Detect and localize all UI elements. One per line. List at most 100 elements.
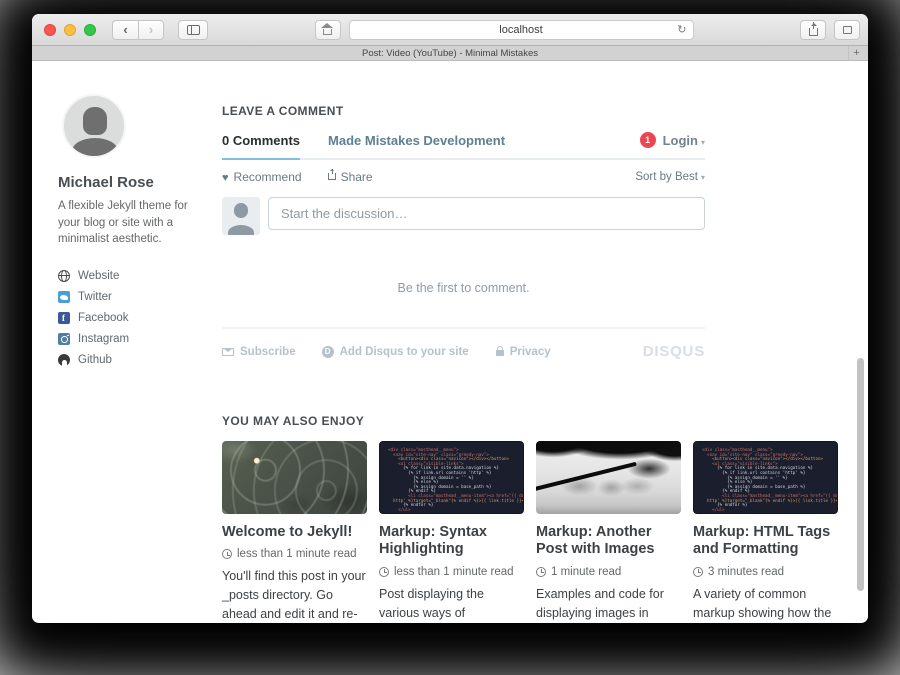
post-excerpt: Examples and code for displaying images … bbox=[536, 585, 681, 623]
clock-icon bbox=[536, 567, 546, 577]
tab-bar: Post: Video (YouTube) - Minimal Mistakes bbox=[32, 46, 868, 61]
clock-icon bbox=[379, 567, 389, 577]
disqus-footer: Subscribe D Add Disqus to your site Priv… bbox=[222, 343, 705, 360]
home-button[interactable] bbox=[315, 20, 341, 40]
notification-badge: 1 bbox=[640, 132, 656, 148]
sidebar-toggle-button[interactable] bbox=[178, 20, 208, 40]
share-thread-icon bbox=[328, 173, 336, 180]
read-time: 3 minutes read bbox=[693, 566, 838, 578]
share-icon bbox=[809, 28, 818, 36]
post-title-link[interactable]: Markup: HTML Tags and Formatting bbox=[693, 524, 838, 559]
privacy-label: Privacy bbox=[510, 346, 551, 358]
author-link-github[interactable]: Github bbox=[58, 354, 210, 366]
share-thread-label: Share bbox=[341, 170, 373, 184]
home-icon bbox=[323, 29, 332, 35]
lock-icon bbox=[496, 350, 504, 356]
tab-overview-button[interactable] bbox=[834, 20, 860, 40]
page-content: Michael Rose A flexible Jekyll theme for… bbox=[32, 61, 868, 622]
read-time: less than 1 minute read bbox=[379, 566, 524, 578]
url-text: localhost bbox=[499, 24, 542, 36]
post-thumbnail[interactable]: <div class="masthead__menu"> <nav id="si… bbox=[379, 441, 524, 514]
post-thumbnail[interactable]: <div class="masthead__menu"> <nav id="si… bbox=[693, 441, 838, 514]
author-link-label: Website bbox=[78, 270, 119, 282]
post-title-link[interactable]: Markup: Another Post with Images bbox=[536, 524, 681, 559]
recommend-button[interactable]: Recommend bbox=[234, 170, 302, 184]
read-time: less than 1 minute read bbox=[222, 548, 367, 560]
mail-icon bbox=[222, 348, 234, 356]
main-column: LEAVE A COMMENT 0 Comments Made Mistakes… bbox=[222, 61, 838, 622]
subscribe-label: Subscribe bbox=[240, 346, 296, 358]
disqus-bubble-icon: D bbox=[322, 346, 334, 358]
back-button[interactable] bbox=[112, 20, 138, 40]
comments-title: LEAVE A COMMENT bbox=[222, 104, 705, 118]
read-time-label: 1 minute read bbox=[551, 566, 621, 578]
forward-icon bbox=[149, 23, 153, 36]
tab-community[interactable]: Made Mistakes Development bbox=[328, 133, 505, 148]
related-title: YOU MAY ALSO ENJOY bbox=[222, 414, 838, 428]
comment-compose bbox=[222, 197, 705, 235]
add-disqus-link[interactable]: D Add Disqus to your site bbox=[322, 346, 469, 358]
post-excerpt: A variety of common markup showing how t… bbox=[693, 585, 838, 623]
author-avatar bbox=[62, 94, 126, 158]
author-bio: A flexible Jekyll theme for your blog or… bbox=[58, 198, 210, 248]
disqus-header: 0 Comments Made Mistakes Development 1 L… bbox=[222, 132, 705, 160]
share-button[interactable] bbox=[800, 20, 826, 40]
browser-toolbar: localhost bbox=[32, 14, 868, 46]
login-control[interactable]: 1 Login bbox=[640, 132, 705, 148]
author-link-label: Github bbox=[78, 354, 112, 366]
post-thumbnail[interactable] bbox=[222, 441, 367, 514]
read-time-label: 3 minutes read bbox=[708, 566, 784, 578]
post-thumbnail[interactable] bbox=[536, 441, 681, 514]
disqus-logo[interactable]: DISQUS bbox=[643, 343, 705, 360]
comments-section: LEAVE A COMMENT 0 Comments Made Mistakes… bbox=[222, 104, 705, 360]
post-excerpt: You'll find this post in your _posts dir… bbox=[222, 567, 367, 623]
related-cards: Welcome to Jekyll! less than 1 minute rea… bbox=[222, 441, 838, 623]
author-link-instagram[interactable]: Instagram bbox=[58, 333, 210, 345]
address-bar[interactable]: localhost bbox=[349, 20, 694, 40]
subscribe-link[interactable]: Subscribe bbox=[222, 346, 296, 358]
instagram-icon bbox=[58, 333, 70, 345]
add-disqus-label: Add Disqus to your site bbox=[340, 346, 469, 358]
author-link-twitter[interactable]: Twitter bbox=[58, 291, 210, 303]
guest-avatar bbox=[222, 197, 260, 235]
author-link-facebook[interactable]: Facebook bbox=[58, 312, 210, 324]
comment-input[interactable] bbox=[268, 197, 705, 230]
code-screenshot-text: <div class="masthead__menu"> <nav id="si… bbox=[694, 442, 837, 512]
privacy-link[interactable]: Privacy bbox=[495, 346, 551, 358]
author-link-label: Facebook bbox=[78, 312, 129, 324]
author-sidebar: Michael Rose A flexible Jekyll theme for… bbox=[58, 61, 210, 622]
browser-window: localhost Post: Video (YouTube) - Minima… bbox=[32, 14, 868, 623]
forward-button[interactable] bbox=[138, 20, 164, 40]
related-card: Markup: Another Post with Images 1 minute… bbox=[536, 441, 681, 623]
author-links: Website Twitter Facebook Instagram Github bbox=[58, 270, 210, 366]
related-card: <div class="masthead__menu"> <nav id="si… bbox=[693, 441, 838, 623]
author-link-website[interactable]: Website bbox=[58, 270, 210, 282]
page-scrollbar[interactable] bbox=[857, 358, 864, 591]
close-window-button[interactable] bbox=[44, 24, 56, 36]
minimize-window-button[interactable] bbox=[64, 24, 76, 36]
empty-state-text: Be the first to comment. bbox=[222, 281, 705, 295]
share-thread-button[interactable]: Share bbox=[328, 170, 373, 184]
disqus-actions: Recommend Share Sort by Best bbox=[222, 170, 705, 184]
code-screenshot-text: <div class="masthead__menu"> <nav id="si… bbox=[380, 442, 523, 512]
twitter-icon bbox=[58, 291, 70, 303]
sidebar-icon bbox=[187, 25, 200, 35]
tab-comments-count[interactable]: 0 Comments bbox=[222, 133, 300, 148]
clock-icon bbox=[693, 567, 703, 577]
reload-icon[interactable] bbox=[677, 23, 686, 36]
post-excerpt: Post displaying the various ways of high… bbox=[379, 585, 524, 623]
read-time: 1 minute read bbox=[536, 566, 681, 578]
facebook-icon bbox=[58, 312, 70, 324]
new-tab-button[interactable] bbox=[848, 46, 864, 60]
author-link-label: Instagram bbox=[78, 333, 129, 345]
github-icon bbox=[58, 354, 70, 366]
post-title-link[interactable]: Markup: Syntax Highlighting bbox=[379, 524, 524, 559]
history-nav bbox=[112, 20, 164, 40]
back-icon bbox=[123, 23, 127, 36]
login-button[interactable]: Login bbox=[663, 133, 705, 148]
post-title-link[interactable]: Welcome to Jekyll! bbox=[222, 524, 367, 541]
sort-dropdown[interactable]: Sort by Best bbox=[635, 171, 705, 183]
active-tab[interactable]: Post: Video (YouTube) - Minimal Mistakes bbox=[362, 48, 538, 59]
traffic-lights bbox=[44, 24, 96, 36]
zoom-window-button[interactable] bbox=[84, 24, 96, 36]
